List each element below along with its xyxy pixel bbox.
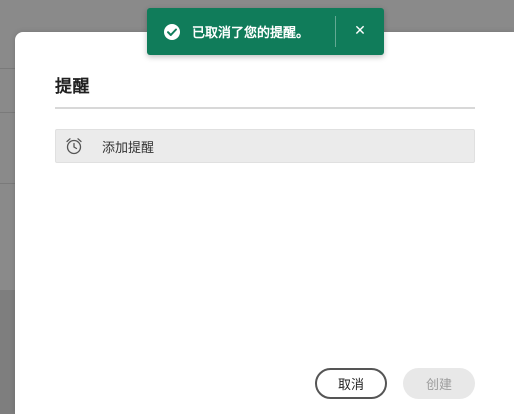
check-circle-icon	[163, 23, 181, 41]
background-panel	[0, 290, 16, 414]
close-icon[interactable]: ✕	[350, 21, 370, 41]
toast-separator	[335, 16, 336, 47]
title-divider	[55, 107, 475, 109]
cancel-button[interactable]: 取消	[315, 368, 387, 399]
reminder-dialog: 提醒 添加提醒 取消 创建	[15, 32, 514, 414]
add-reminder-button[interactable]: 添加提醒	[55, 129, 475, 163]
create-button[interactable]: 创建	[403, 368, 475, 399]
dialog-title: 提醒	[55, 77, 90, 97]
background-divider	[0, 183, 16, 184]
background-divider	[0, 68, 16, 69]
add-reminder-label: 添加提醒	[102, 140, 155, 156]
toast-notification: 已取消了您的提醒。 ✕	[147, 8, 384, 55]
background-divider	[0, 112, 16, 113]
alarm-clock-icon	[64, 136, 84, 156]
toast-message: 已取消了您的提醒。	[192, 26, 310, 41]
